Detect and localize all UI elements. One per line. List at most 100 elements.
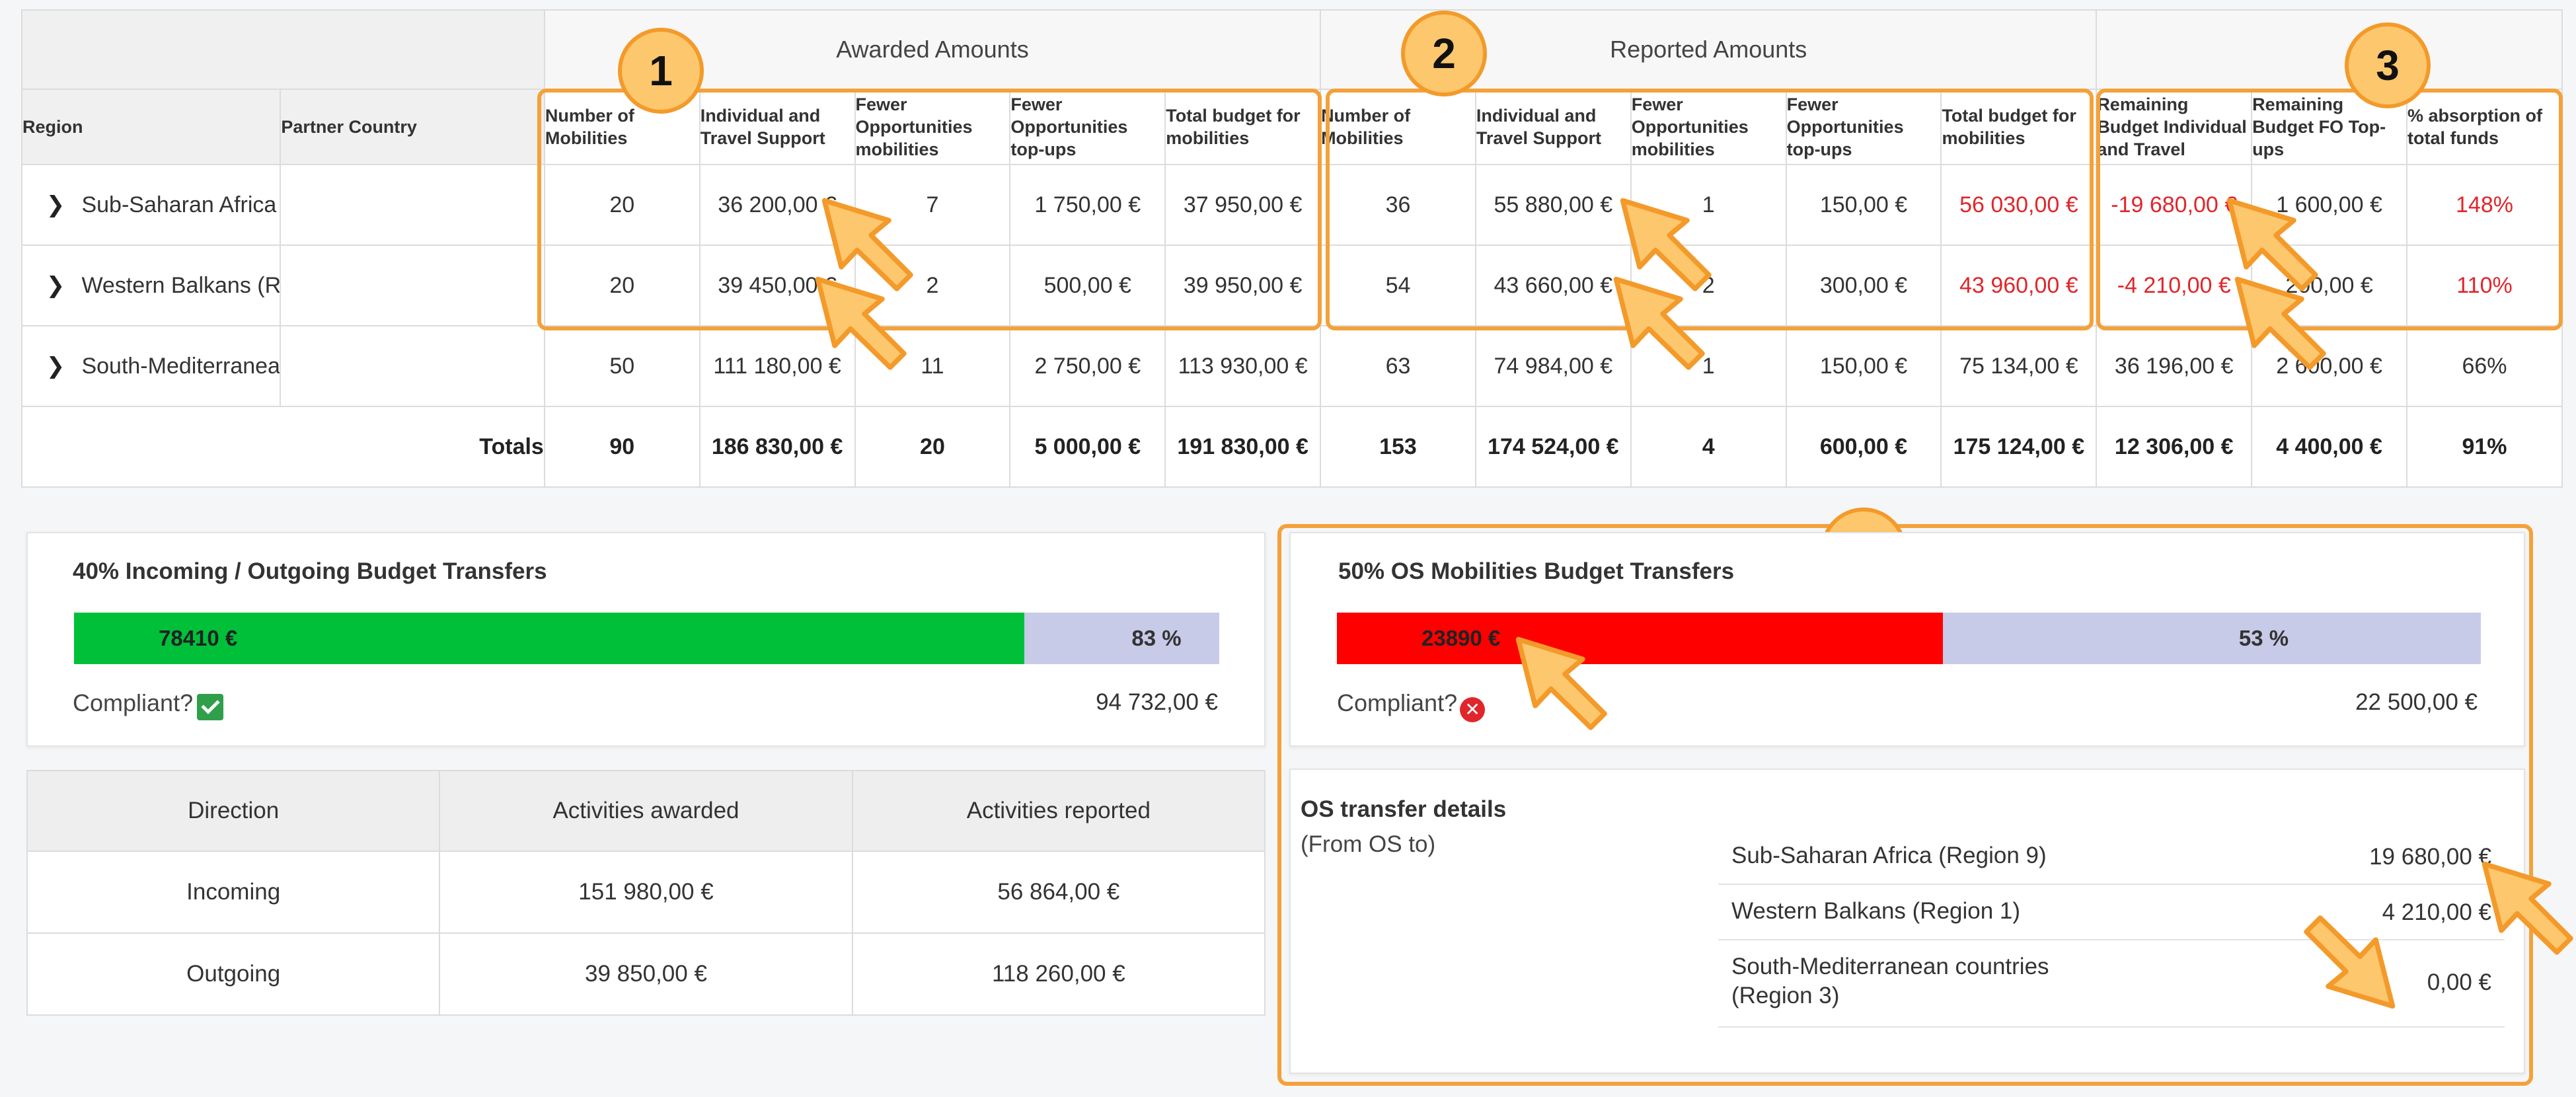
awarded-individual-travel-cell: 111 180,00 €: [699, 325, 856, 407]
total-remaining-fo-topups: 4 400,00 €: [2251, 406, 2407, 488]
absorption-cell: 110%: [2406, 245, 2563, 326]
reported-individual-travel-cell: 55 880,00 €: [1474, 164, 1632, 246]
remaining-individual-travel-header: Remaining Budget Individual and Travel: [2096, 89, 2253, 165]
totals-row: Totals 90 186 830,00 € 20 5 000,00 € 191…: [21, 406, 2563, 488]
os-transfer-details-title: OS transfer details: [1301, 796, 1507, 822]
total-awarded-mobilities: 90: [543, 406, 701, 488]
group-header-blank: [21, 9, 545, 90]
chevron-right-icon[interactable]: ❯: [36, 272, 75, 299]
region-cell[interactable]: ❯ Sub-Saharan Africa (Region 9): [20, 164, 282, 246]
totals-label: Totals: [21, 406, 545, 488]
awarded-fo-mobilities-cell: 11: [854, 325, 1011, 407]
incoming-outgoing-panel: 40% Incoming / Outgoing Budget Transfers…: [26, 532, 1266, 747]
region-name: Sub-Saharan Africa (Region 9): [81, 192, 279, 217]
total-remaining-individual-travel: 12 306,00 €: [2096, 406, 2253, 488]
activities-reported-cell: 118 260,00 €: [851, 932, 1266, 1016]
awarded-individual-travel-cell: 39 450,00 €: [699, 245, 856, 326]
step-badge-3: 3: [2345, 22, 2431, 108]
reported-individual-travel-cell: 74 984,00 €: [1474, 325, 1632, 407]
os-transfer-region: Western Balkans (Region 1): [1731, 898, 2021, 924]
compliant-label: Compliant?: [1337, 689, 1458, 716]
partner-country-column-header[interactable]: Partner Country: [280, 89, 545, 165]
reported-total-budget-cell: 43 960,00 €: [1940, 245, 2098, 326]
table-row[interactable]: ❯ South-Mediterranean countries (Region …: [20, 325, 2563, 407]
os-mobilities-amount: 22 500,00 €: [2355, 689, 2478, 715]
os-transfer-row: South-Mediterranean countries (Region 3)…: [1718, 940, 2505, 1028]
total-absorption: 91%: [2406, 406, 2563, 488]
step-badge-2: 2: [1401, 11, 1487, 96]
os-mobilities-title: 50% OS Mobilities Budget Transfers: [1338, 558, 1735, 584]
reported-mobilities-header: Number of Mobilities: [1320, 89, 1476, 165]
reported-fo-mobilities-cell: 2: [1630, 245, 1787, 326]
awarded-total-budget-cell: 113 930,00 €: [1164, 325, 1322, 407]
activities-awarded-header: Activities awarded: [439, 770, 853, 852]
total-reported-budget: 175 124,00 €: [1940, 406, 2098, 488]
column-header-row: Region Partner Country Number of Mobilit…: [20, 89, 2563, 165]
os-mobilities-panel: 50% OS Mobilities Budget Transfers 23890…: [1289, 532, 2525, 747]
reported-total-budget-cell: 56 030,00 €: [1940, 164, 2098, 246]
total-reported-mobilities: 153: [1320, 406, 1476, 488]
os-mobilities-progress-bar: 23890 € 53 %: [1337, 613, 2481, 664]
reported-fo-topups-cell: 150,00 €: [1785, 164, 1942, 246]
table-row[interactable]: ❯ Western Balkans (Region 1) 20 39 450,0…: [20, 245, 2563, 326]
os-transfer-value: 0,00 €: [2427, 969, 2491, 995]
partner-country-cell: [280, 245, 545, 326]
incoming-outgoing-progress-bar: 78410 € 83 %: [74, 613, 1219, 664]
region-name: South-Mediterranean countries (Region 3): [81, 354, 281, 379]
absorption-header: % absorption of total funds: [2406, 89, 2563, 165]
total-awarded-budget: 191 830,00 €: [1164, 406, 1322, 488]
direction-cell: Outgoing: [26, 932, 441, 1016]
incoming-outgoing-title: 40% Incoming / Outgoing Budget Transfers: [73, 558, 547, 584]
awarded-total-budget-cell: 37 950,00 €: [1164, 164, 1322, 246]
incoming-outgoing-compliant: Compliant?: [73, 689, 224, 720]
region-name: Western Balkans (Region 1): [81, 273, 281, 298]
activities-awarded-cell: 39 850,00 €: [439, 932, 853, 1016]
os-mobilities-compliant: Compliant? ✕: [1337, 689, 1486, 722]
region-column-header[interactable]: Region: [20, 89, 282, 165]
table-row[interactable]: ❯ Sub-Saharan Africa (Region 9) 20 36 20…: [20, 164, 2563, 246]
partner-country-cell: [280, 325, 545, 407]
awarded-fo-mobilities-cell: 7: [854, 164, 1011, 246]
reported-fo-topups-cell: 300,00 €: [1785, 245, 1942, 326]
os-transfer-row: Sub-Saharan Africa (Region 9) 19 680,00 …: [1718, 829, 2505, 885]
total-reported-fo-mobilities: 4: [1630, 406, 1787, 488]
awarded-fo-topups-cell: 1 750,00 €: [1009, 164, 1166, 246]
activities-awarded-cell: 151 980,00 €: [439, 851, 853, 934]
partner-country-cell: [280, 164, 545, 246]
reported-individual-travel-header: Individual and Travel Support: [1474, 89, 1632, 165]
os-mobilities-bar-percent: 53 %: [2238, 626, 2289, 650]
total-awarded-individual-travel: 186 830,00 €: [699, 406, 856, 488]
total-awarded-fo-topups: 5 000,00 €: [1009, 406, 1166, 488]
chevron-right-icon[interactable]: ❯: [36, 353, 75, 379]
remaining-individual-travel-cell: 36 196,00 €: [2096, 325, 2253, 407]
x-circle-icon: ✕: [1460, 697, 1486, 722]
compliant-label: Compliant?: [73, 689, 194, 716]
check-icon: [197, 694, 224, 720]
incoming-outgoing-bar-percent: 83 %: [1131, 626, 1182, 650]
activities-reported-cell: 56 864,00 €: [851, 851, 1266, 934]
remaining-group-header: [2096, 9, 2563, 90]
direction-table: Direction Activities awarded Activities …: [26, 770, 1266, 1016]
incoming-outgoing-amount: 94 732,00 €: [1096, 689, 1218, 715]
activities-reported-header: Activities reported: [851, 770, 1266, 852]
awarded-fo-mobilities-cell: 2: [854, 245, 1011, 326]
region-cell[interactable]: ❯ South-Mediterranean countries (Region …: [20, 325, 282, 407]
table-row: Incoming 151 980,00 € 56 864,00 €: [26, 851, 1266, 934]
group-header-row: Awarded Amounts Reported Amounts: [21, 9, 2563, 90]
reported-total-budget-cell: 75 134,00 €: [1940, 325, 2098, 407]
budget-screen: Awarded Amounts Reported Amounts Region …: [0, 0, 2576, 1097]
reported-mobilities-cell: 36: [1320, 164, 1476, 246]
reported-fo-mobilities-cell: 1: [1630, 164, 1787, 246]
awarded-total-budget-cell: 39 950,00 €: [1164, 245, 1322, 326]
os-mobilities-bar-amount: 23890 €: [1421, 626, 1501, 650]
os-transfer-region: Sub-Saharan Africa (Region 9): [1731, 843, 2047, 868]
os-transfer-value: 19 680,00 €: [2369, 844, 2491, 870]
table-row: Outgoing 39 850,00 € 118 260,00 €: [26, 932, 1266, 1016]
awarded-mobilities-cell: 20: [543, 164, 701, 246]
reported-individual-travel-cell: 43 660,00 €: [1474, 245, 1632, 326]
awarded-mobilities-cell: 50: [543, 325, 701, 407]
chevron-right-icon[interactable]: ❯: [36, 192, 75, 218]
awarded-fo-mobilities-header: Fewer Opportunities mobilities: [854, 89, 1011, 165]
os-transfer-value: 4 210,00 €: [2382, 899, 2491, 925]
region-cell[interactable]: ❯ Western Balkans (Region 1): [20, 245, 282, 326]
